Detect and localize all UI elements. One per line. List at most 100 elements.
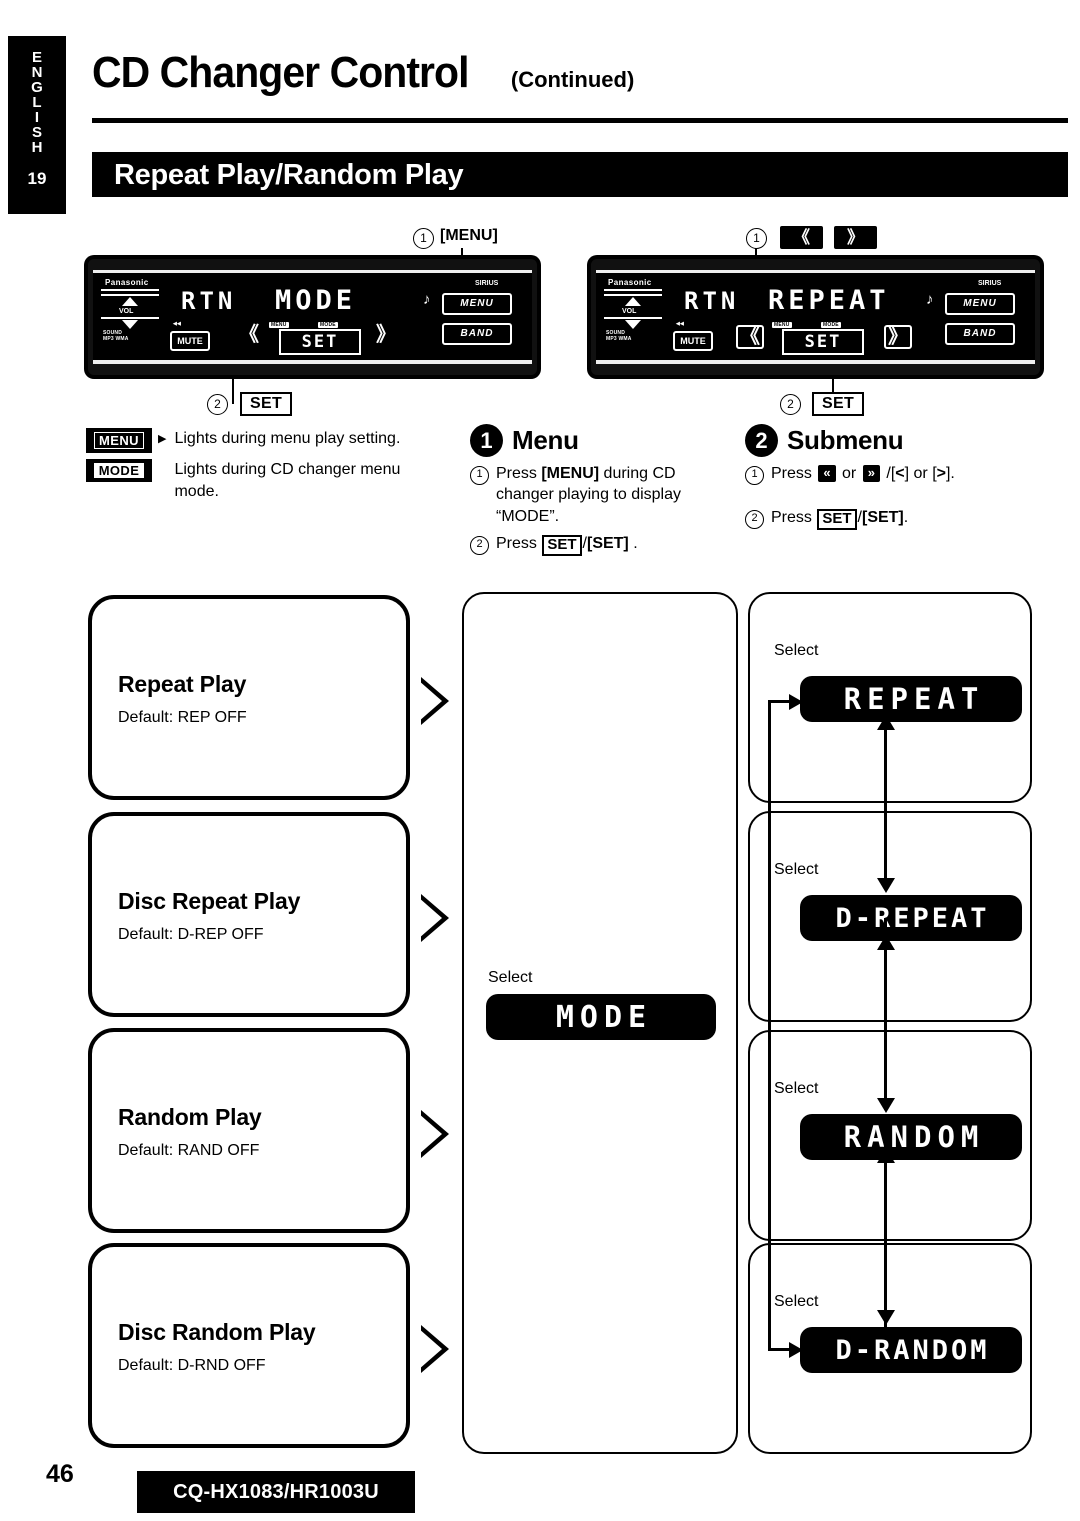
lcd-rtn-right: RTN — [684, 287, 740, 315]
menu-key-right[interactable]: MENU — [945, 293, 1015, 315]
next-key-ref-icon: » — [862, 465, 880, 482]
section-heading-bar: Repeat Play/Random Play — [92, 152, 1068, 197]
flow-box-repeat-play: Repeat Play Default: REP OFF — [88, 595, 410, 800]
step-submenu-heading: 2 Submenu — [745, 424, 1045, 457]
mute-button-right[interactable]: MUTE — [673, 331, 713, 351]
volume-rocker-right: VOL SOUND MP3 WMA — [604, 289, 662, 342]
flow-arrow-right — [418, 1110, 449, 1158]
set-button-right[interactable]: SET — [782, 329, 864, 355]
sirius-label-right: SIRIUS — [978, 280, 1002, 287]
sirius-label-left: SIRIUS — [475, 280, 499, 287]
volume-rocker-left: VOL SOUND MP3 WMA — [101, 289, 159, 342]
prev-key-ref-icon: « — [818, 465, 836, 482]
left-key-ref: < — [895, 465, 905, 482]
flow-box-random-play: Random Play Default: RAND OFF — [88, 1028, 410, 1233]
flow-box-default: Default: D-REP OFF — [118, 926, 264, 943]
indicator-legend: MENU ▶ Lights during menu play setting. … — [86, 428, 486, 508]
flow-cycle-line — [884, 729, 887, 881]
step-number-badge: 1 — [470, 424, 503, 457]
menu-key-left[interactable]: MENU — [442, 293, 512, 315]
select-label: Select — [774, 642, 819, 659]
model-number-bar: CQ-HX1083/HR1003U — [137, 1471, 415, 1513]
header-rule — [92, 118, 1068, 123]
manual-page: E N G L I S H 19 CD Changer Control (Con… — [0, 0, 1080, 1521]
flow-box-mode: Select MODE — [462, 592, 738, 1454]
instruction-text: Press [MENU] during CD changer playing t… — [496, 465, 682, 525]
prev-track-button-icon[interactable]: 《 — [780, 226, 823, 249]
flow-box-default: Default: REP OFF — [118, 709, 247, 726]
flow-arrow-right — [418, 894, 449, 942]
callout-number-2-right: 2 — [780, 394, 801, 415]
tag-mode-right: MODE — [821, 322, 841, 328]
set-key-ref: SET — [817, 509, 857, 530]
lcd-main-left: MODE — [275, 285, 357, 316]
flow-box-random-display: Select RANDOM — [748, 1030, 1032, 1241]
band-key-left[interactable]: BAND — [442, 323, 512, 345]
flow-arrow-right — [418, 1325, 449, 1373]
page-number: 46 — [46, 1460, 74, 1488]
volume-label: VOL — [622, 308, 637, 315]
flow-wrap-arrow-top — [789, 694, 803, 710]
prev-chevron-left[interactable]: 《 — [239, 325, 259, 345]
page-title-suffix: (Continued) — [510, 67, 635, 92]
side-tab-letter: N — [31, 64, 43, 81]
flow-wrap-line — [768, 700, 771, 1350]
side-tab-letter: H — [31, 139, 43, 156]
callout-leader-line — [232, 378, 234, 404]
menu-key-ref: [MENU] — [541, 465, 600, 482]
lcd-display-random: RANDOM — [800, 1114, 1022, 1160]
step-number-badge: 2 — [745, 424, 778, 457]
flow-wrap-arrow-bottom — [789, 1342, 803, 1358]
tag-menu-left: MENU — [269, 322, 289, 328]
flow-cycle-line — [884, 1162, 887, 1327]
flow-box-default: Default: RAND OFF — [118, 1142, 260, 1159]
step-title: Menu — [512, 425, 579, 455]
instruction-text: Press SET/[SET]. — [771, 507, 908, 530]
step-instruction: 1 Press [MENU] during CD changer playing… — [470, 463, 720, 527]
tag-menu-right: MENU — [772, 322, 792, 328]
legend-text: Lights during menu play setting. — [174, 430, 401, 447]
flow-box-title: Repeat Play — [118, 671, 247, 697]
callout-number-2-left: 2 — [207, 394, 228, 415]
side-tab-page-number: 19 — [27, 169, 47, 188]
side-tab-letter: G — [31, 79, 43, 96]
next-track-button-icon[interactable]: 》 — [834, 226, 877, 249]
indicator-mode-badge: MODE — [86, 459, 152, 482]
device-faceplate-left: Panasonic VOL SOUND MP3 WMA RTN MODE MUT… — [85, 256, 540, 378]
callout-label-set-right: SET — [812, 392, 865, 416]
select-label: Select — [488, 969, 533, 986]
page-title-row: CD Changer Control (Continued) — [92, 48, 634, 98]
indicator-menu-badge: MENU — [86, 428, 152, 453]
prev-chevron-right[interactable]: 《 — [736, 325, 764, 349]
set-remote-ref: [SET] — [861, 509, 904, 526]
flow-box-default: Default: D-RND OFF — [118, 1357, 266, 1374]
callout-number-1-right: 1 — [746, 228, 767, 249]
legend-row: MENU ▶ Lights during menu play setting. — [86, 428, 486, 453]
instruction-number: 2 — [470, 536, 489, 556]
set-button-left[interactable]: SET — [279, 329, 361, 355]
tag-mode-left: MODE — [318, 322, 338, 328]
lcd-main-right: REPEAT — [768, 285, 890, 316]
step-menu-heading: 1 Menu — [470, 424, 720, 457]
flow-arrow-right — [418, 677, 449, 725]
device-faceplate-right: Panasonic VOL SOUND MP3 WMA RTN REPEAT M… — [588, 256, 1043, 378]
side-tab-letter: E — [31, 49, 42, 66]
next-chevron-right[interactable]: 》 — [884, 325, 912, 349]
instruction-number: 1 — [470, 466, 489, 485]
instruction-number: 2 — [745, 510, 764, 529]
callout-label-menu-left: [MENU] — [440, 227, 498, 244]
step-title: Submenu — [787, 425, 904, 455]
mute-button-left[interactable]: MUTE — [170, 331, 210, 351]
legend-row: MODE ▶ Lights during CD changer menu mod… — [86, 459, 486, 502]
instruction-text: Press « or » /[<] or [>]. — [771, 465, 955, 482]
select-label: Select — [774, 1080, 819, 1097]
instruction-number: 1 — [745, 466, 764, 485]
brand-logo: Panasonic — [105, 278, 149, 287]
lcd-display-d-random: D-RANDOM — [800, 1327, 1022, 1373]
flow-box-disc-repeat-display: Select D-REPEAT — [748, 811, 1032, 1022]
next-chevron-left[interactable]: 》 — [376, 325, 396, 345]
band-key-right[interactable]: BAND — [945, 323, 1015, 345]
legend-text: Lights during CD changer menu mode. — [174, 461, 401, 500]
step-instruction: 1 Press « or » /[<] or [>]. — [745, 463, 1045, 485]
flow-box-disc-repeat-play: Disc Repeat Play Default: D-REP OFF — [88, 812, 410, 1017]
